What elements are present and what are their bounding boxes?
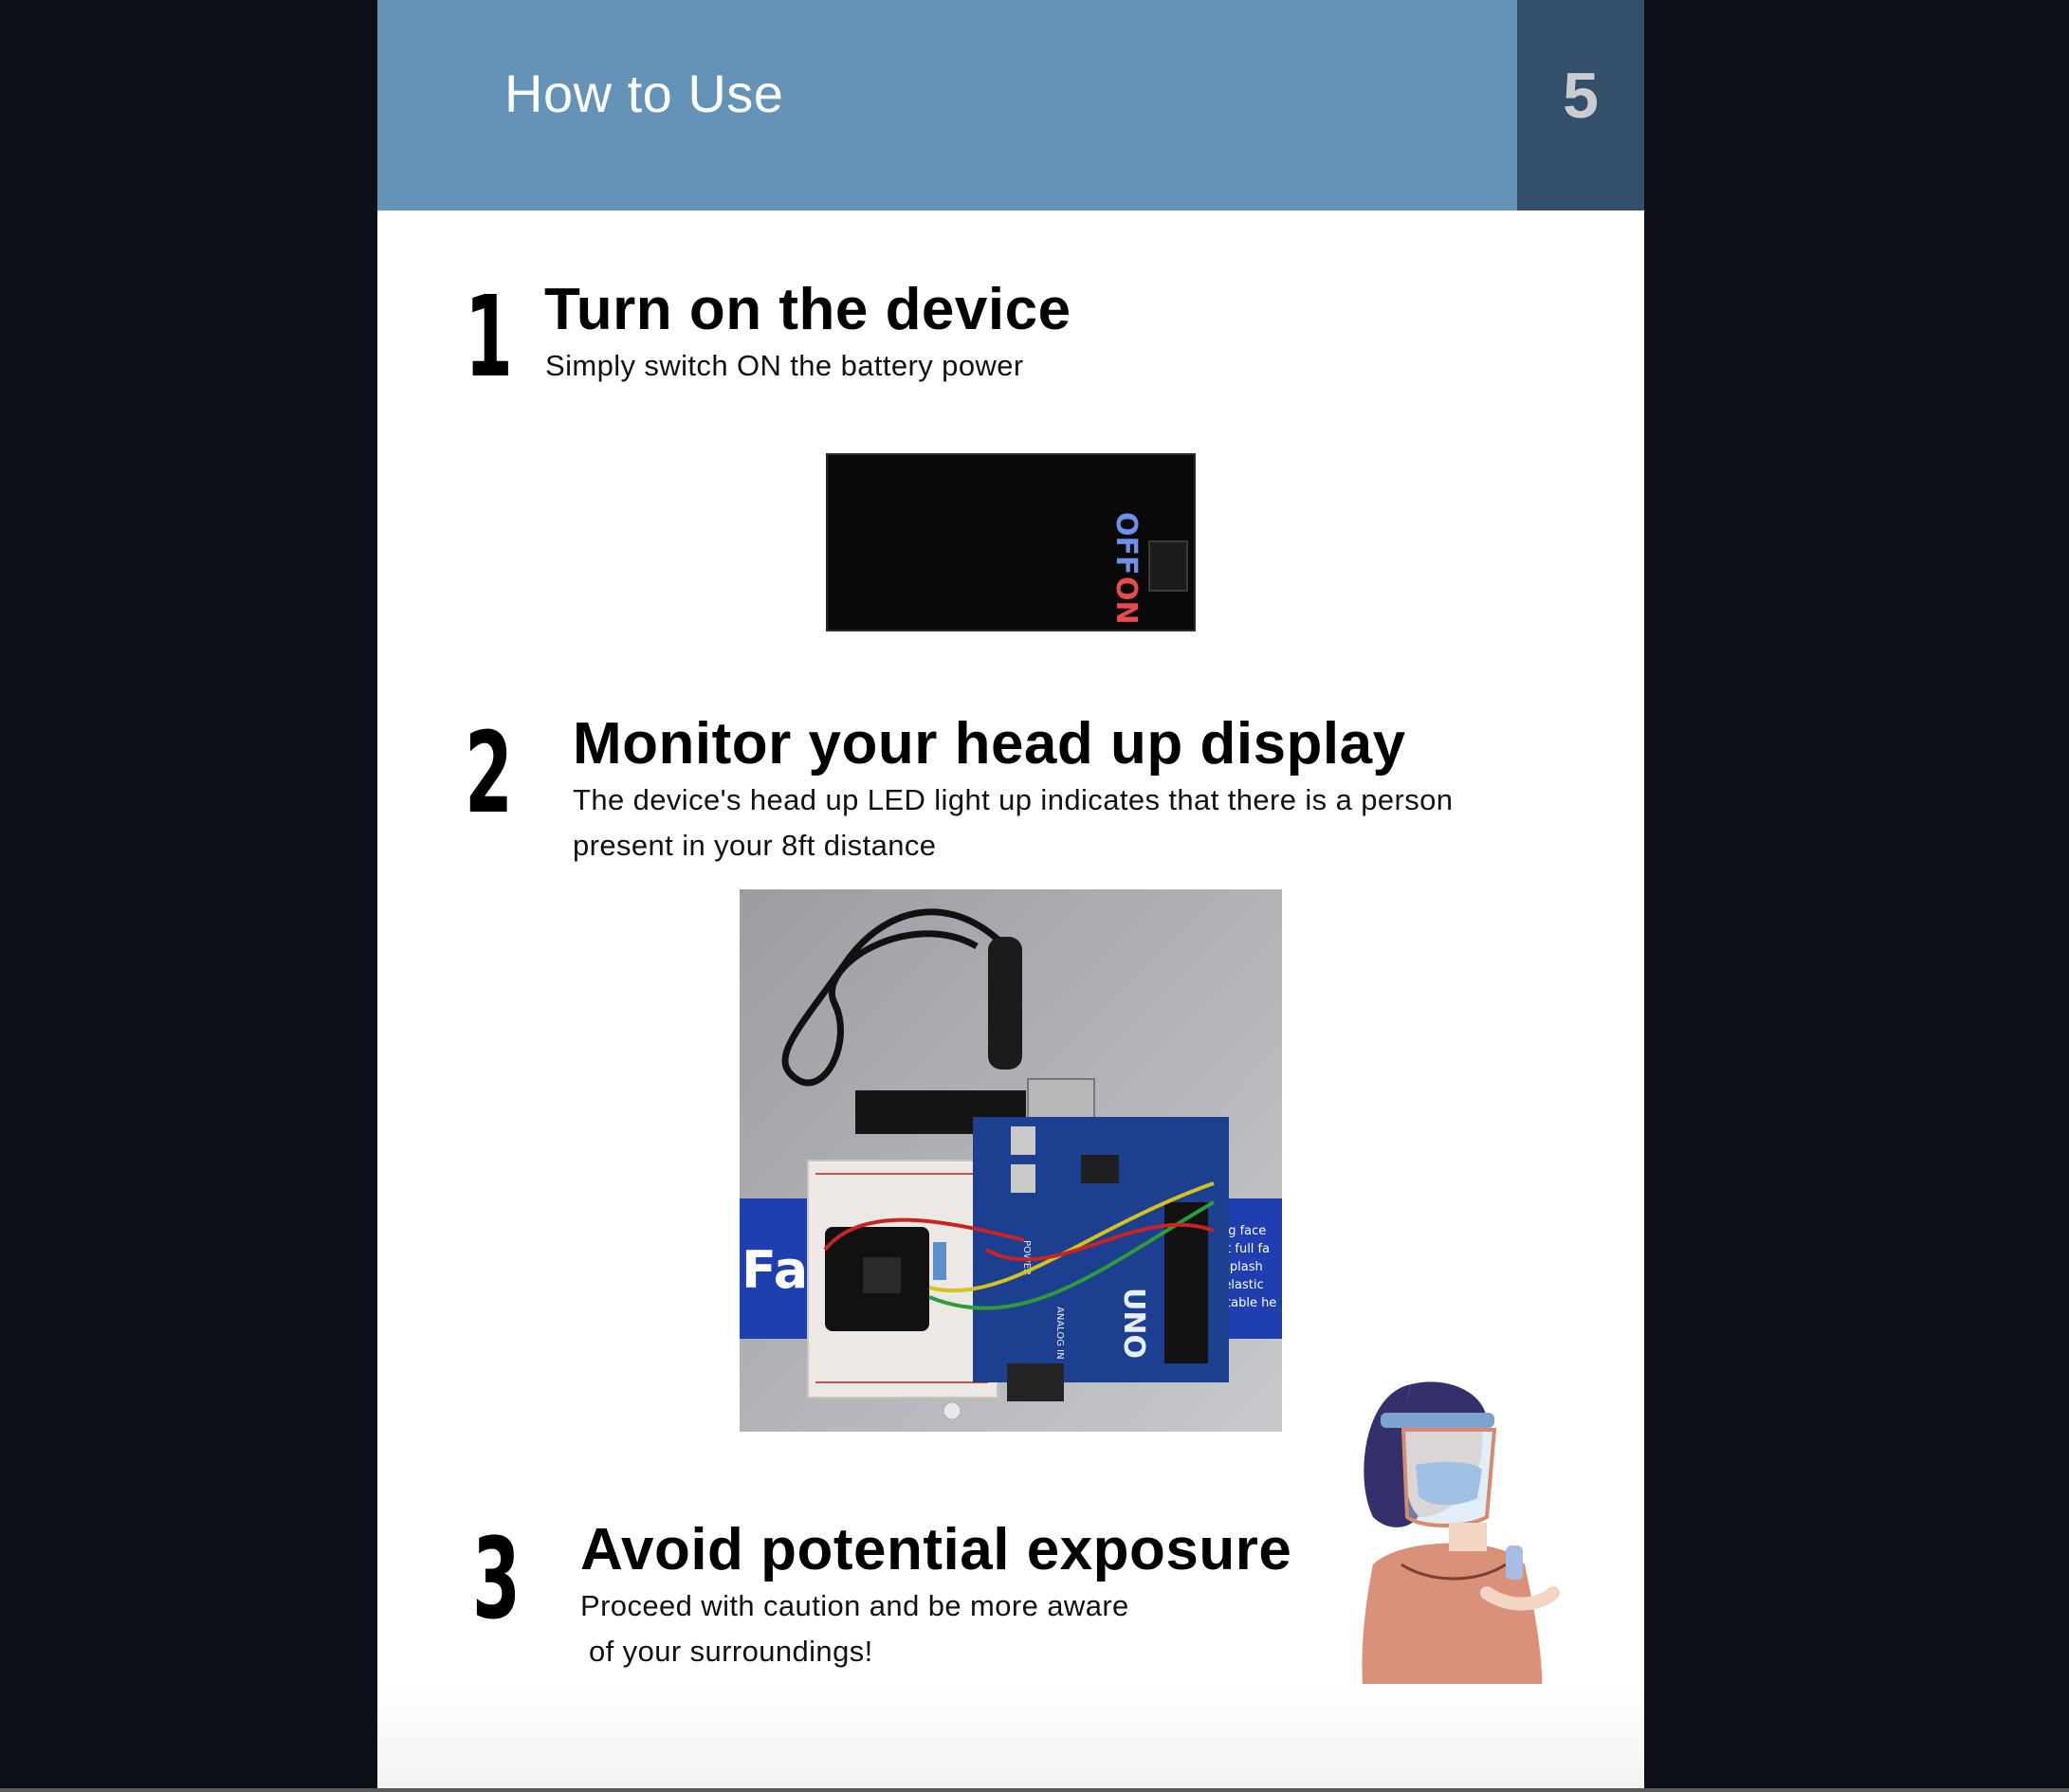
step-1-number: 1	[465, 271, 513, 402]
battery-pack-photo: OFF ON	[826, 453, 1196, 631]
step-2-number: 2	[465, 707, 513, 838]
battery-off-label: OFF	[1109, 512, 1143, 576]
board-label: UNO	[1117, 1288, 1150, 1359]
step-3-title: Avoid potential exposure	[580, 1517, 1292, 1582]
viewer-bottom-bar	[0, 1788, 2069, 1792]
card-text: Fa	[742, 1240, 808, 1300]
step-3-description-line-1: Proceed with caution and be more aware	[580, 1589, 1129, 1622]
device-photo: Fa -fog face ect full fa a,splash d elas…	[740, 889, 1282, 1432]
step-1-description: Simply switch ON the battery power	[545, 349, 1024, 382]
step-3-description-line-2: of your surroundings!	[580, 1635, 873, 1668]
page-number: 5	[1563, 60, 1599, 132]
step-2-description-line-1: The device's head up LED light up indica…	[573, 783, 1454, 816]
page-bottom-fade	[377, 1684, 1644, 1788]
step-2-title: Monitor your head up display	[573, 711, 1406, 777]
step-1-title: Turn on the device	[544, 277, 1071, 342]
battery-on-label: ON	[1109, 576, 1143, 625]
board-analog-text: ANALOG IN	[1054, 1307, 1065, 1360]
document-viewer: How to Use 5 1 Turn on the device Simply…	[0, 0, 2069, 1792]
step-2-description-line-2: present in your 8ft distance	[573, 829, 937, 862]
step-3-number: 3	[472, 1513, 521, 1644]
battery-switch	[1148, 540, 1188, 592]
page-title: How to Use	[504, 64, 784, 123]
page-header: How to Use	[377, 0, 1517, 210]
document-page: How to Use 5 1 Turn on the device Simply…	[377, 0, 1644, 1788]
page-number-box: 5	[1517, 0, 1644, 210]
